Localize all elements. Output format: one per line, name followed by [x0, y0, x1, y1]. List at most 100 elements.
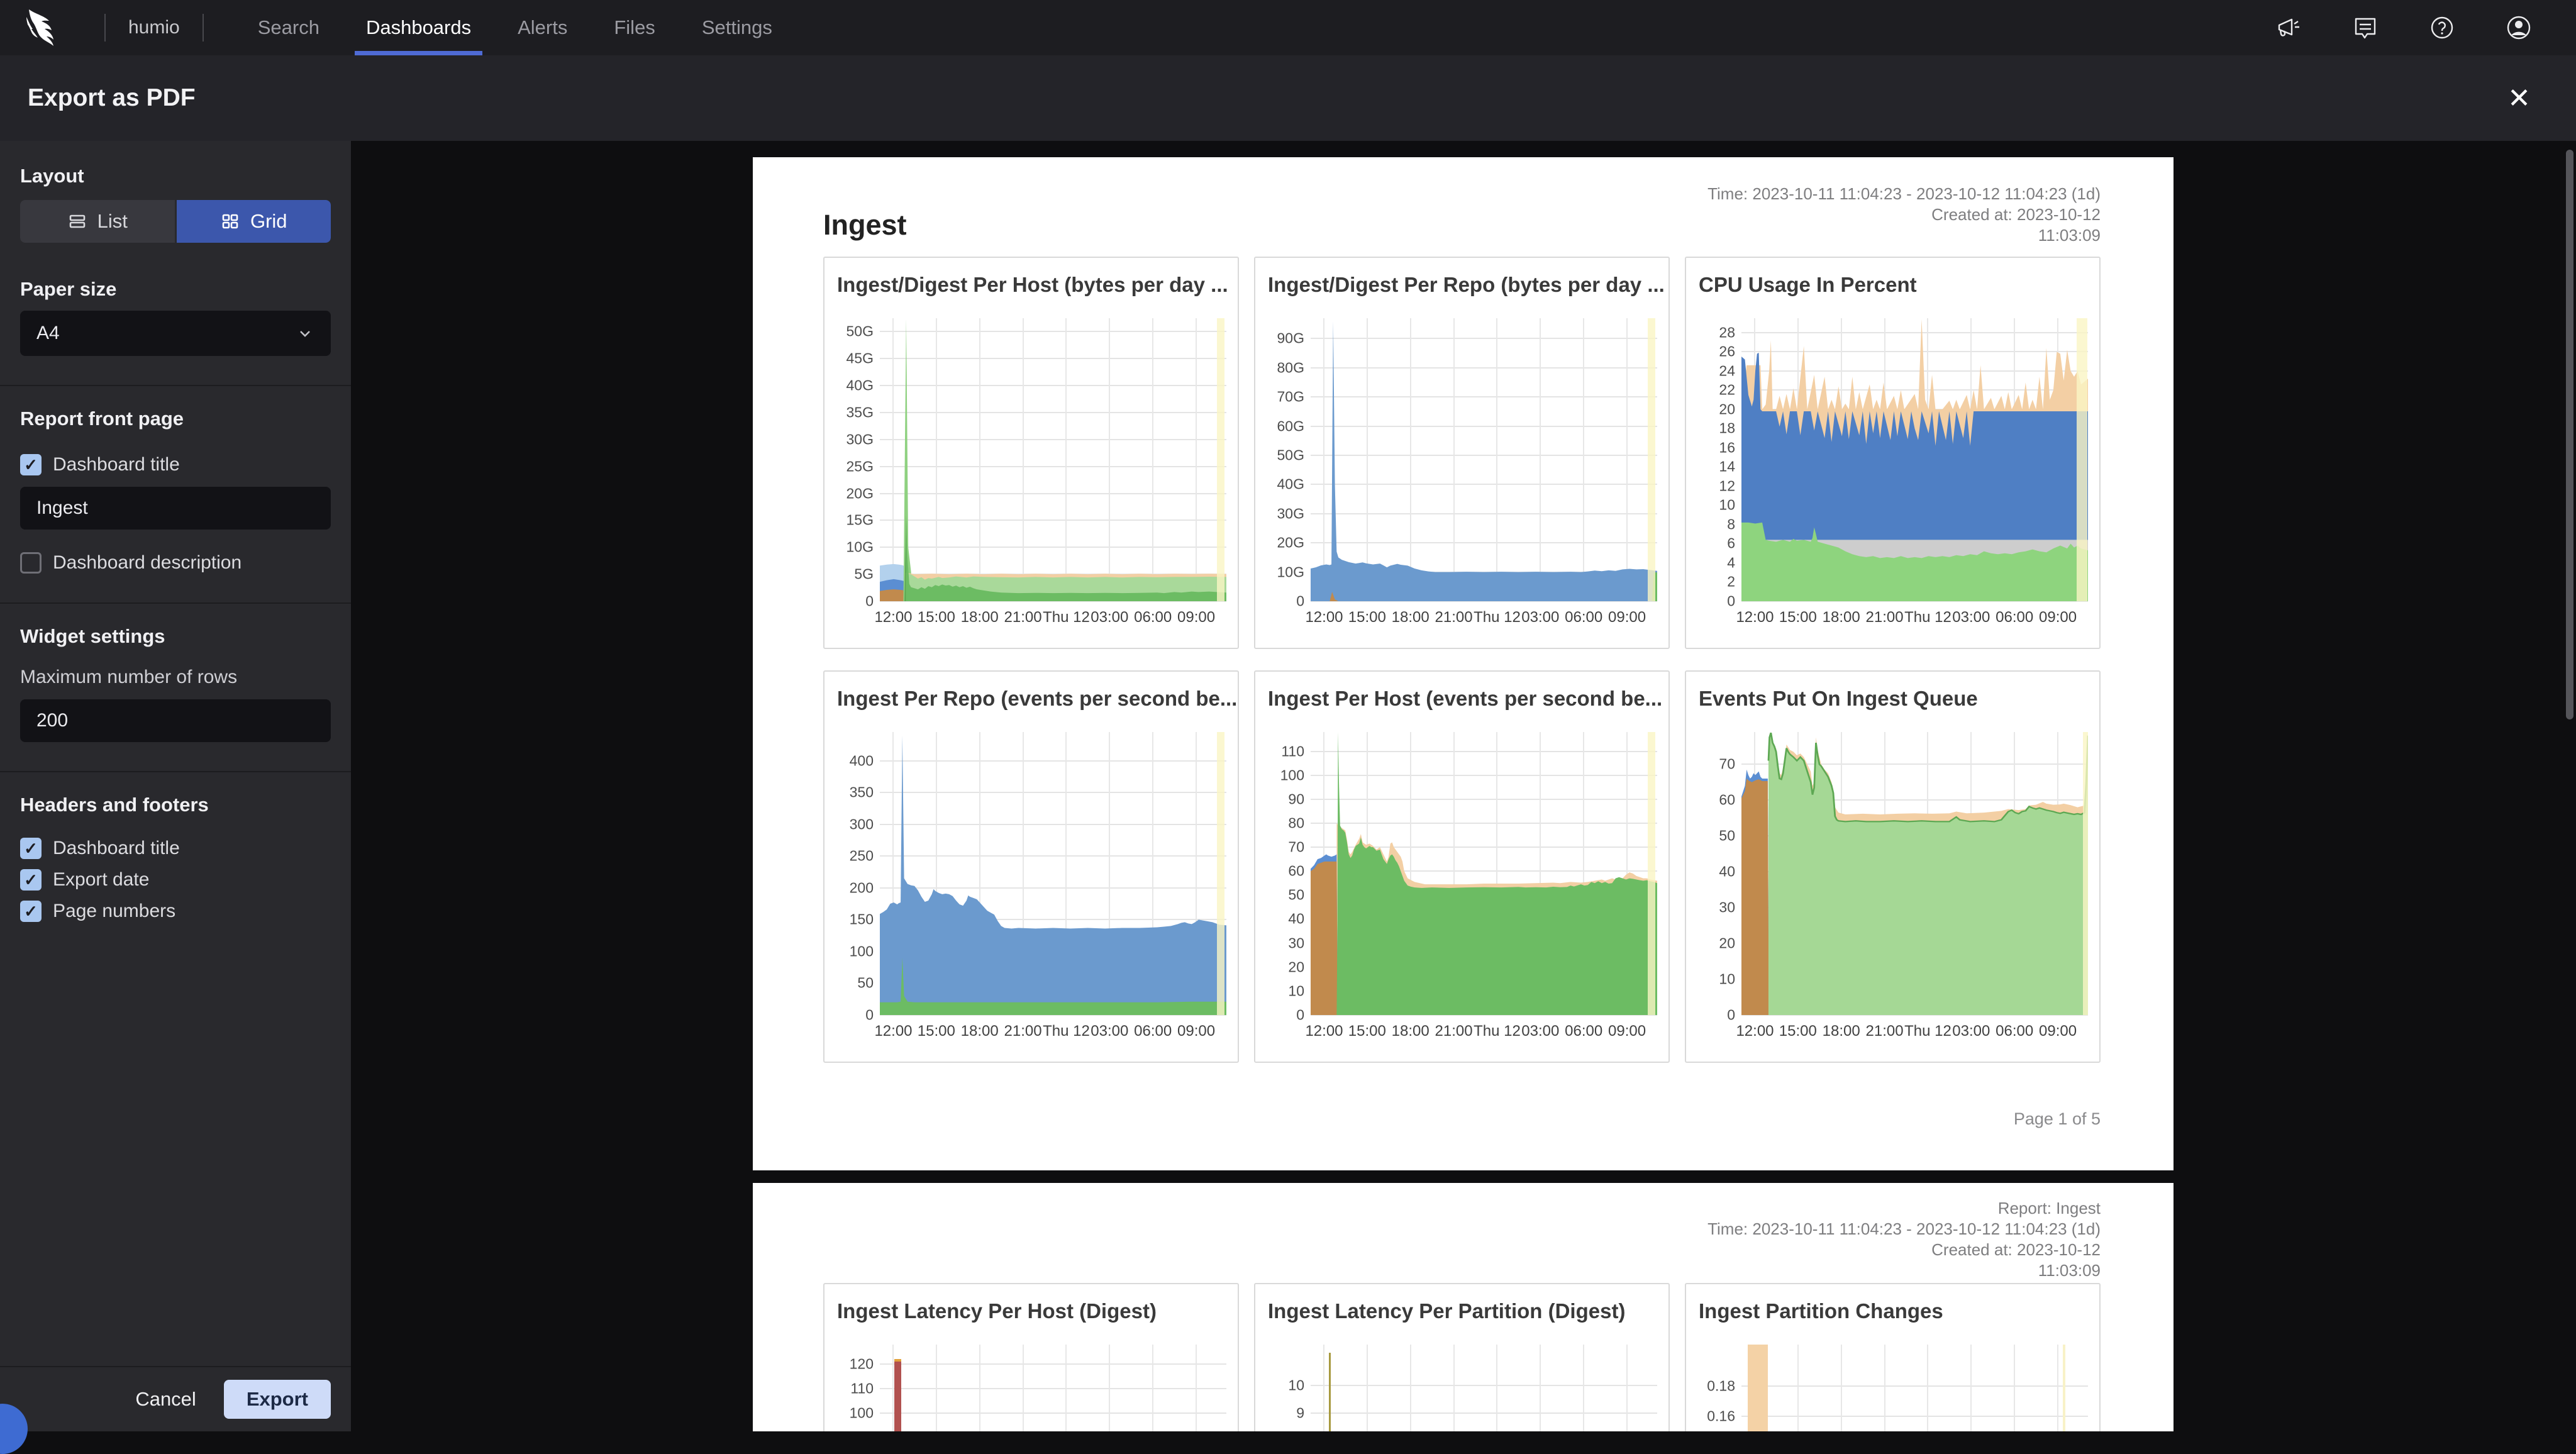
y-tick-label: 26	[1719, 343, 1735, 360]
chart-body: 0.140.160.18	[1692, 1345, 2088, 1431]
chart-bar	[894, 1362, 901, 1431]
y-tick-label: 0	[1296, 1007, 1304, 1024]
x-tick-label: 18:00	[1823, 609, 1860, 626]
widget-settings-section-label: Widget settings	[20, 625, 331, 648]
help-icon[interactable]	[2428, 13, 2457, 42]
nav-tab-settings[interactable]: Settings	[702, 0, 772, 55]
y-tick-label: 120	[850, 1356, 874, 1373]
meta-created-time: 11:03:09	[1707, 225, 2101, 246]
y-tick-label: 6	[1727, 535, 1735, 552]
hf-dashboard-title-checkbox-row[interactable]: ✓ Dashboard title	[20, 838, 331, 859]
y-tick-label: 100	[850, 1405, 874, 1422]
x-tick-label: 18:00	[1392, 1023, 1430, 1040]
chart-x-axis-row: 12:0015:0018:0021:00Thu 1203:0006:0009:0…	[831, 601, 1226, 631]
export-button[interactable]: Export	[224, 1380, 331, 1419]
v-gridline	[2014, 1345, 2015, 1431]
announcements-megaphone-icon[interactable]	[2274, 13, 2303, 42]
y-tick-label: 0	[865, 1007, 874, 1024]
x-tick-label: 03:00	[1091, 1023, 1128, 1040]
time-highlight-band	[2083, 732, 2088, 1015]
x-tick-label: 06:00	[1565, 1023, 1602, 1040]
chart-body: 0246810121416182022242628	[1692, 318, 2088, 601]
y-tick-label: 20	[1288, 958, 1304, 975]
x-tick-label: 15:00	[918, 609, 955, 626]
v-gridline	[979, 1345, 980, 1431]
nav-tab-alerts[interactable]: Alerts	[518, 0, 567, 55]
user-avatar-icon[interactable]	[2504, 13, 2533, 42]
section-divider	[0, 385, 351, 386]
x-tick-label: Thu 12	[1043, 609, 1090, 626]
checkbox-checked-icon[interactable]: ✓	[20, 838, 42, 859]
chart-y-axis: 010203040506070	[1692, 732, 1741, 1015]
time-highlight-band	[1217, 318, 1225, 601]
meta-time-range: Time: 2023-10-11 11:04:23 - 2023-10-12 1…	[1707, 1219, 2101, 1240]
x-tick-label: Thu 12	[1904, 1023, 1951, 1040]
preview-scrollbar-thumb[interactable]	[2566, 150, 2573, 719]
v-gridline	[1583, 1345, 1584, 1431]
chart-title: Ingest Latency Per Host (Digest)	[824, 1284, 1238, 1323]
front-page-dashboard-title-checkbox-row[interactable]: ✓ Dashboard title	[20, 454, 331, 475]
pdf-preview-area[interactable]: Time: 2023-10-11 11:04:23 - 2023-10-12 1…	[351, 141, 2576, 1431]
y-tick-label: 350	[850, 784, 874, 801]
nav-tab-dashboards[interactable]: Dashboards	[366, 0, 471, 55]
y-tick-label: 70G	[1277, 389, 1304, 406]
v-gridline	[1152, 1345, 1153, 1431]
dashboard-title-checkbox-label: Dashboard title	[53, 454, 180, 475]
feedback-chat-icon[interactable]	[2351, 13, 2380, 42]
x-tick-label: 18:00	[961, 609, 999, 626]
chart-plot-area	[880, 1345, 1226, 1431]
x-tick-label: 09:00	[1177, 609, 1215, 626]
max-rows-input[interactable]	[20, 699, 331, 742]
x-tick-label: 09:00	[2039, 1023, 2077, 1040]
y-tick-label: 50	[857, 975, 874, 992]
dashboard-title-input[interactable]	[20, 487, 331, 530]
y-tick-label: 0	[865, 593, 874, 610]
checkbox-unchecked-icon[interactable]	[20, 552, 42, 574]
x-tick-label: 18:00	[1392, 609, 1430, 626]
cancel-button[interactable]: Cancel	[135, 1388, 196, 1411]
export-date-checkbox-row[interactable]: ✓ Export date	[20, 869, 331, 891]
page-numbers-checkbox-row[interactable]: ✓ Page numbers	[20, 901, 331, 922]
modal-title: Export as PDF	[28, 84, 196, 112]
time-highlight-band	[1648, 732, 1656, 1015]
checkbox-checked-icon[interactable]: ✓	[20, 869, 42, 891]
y-tick-label: 60	[1288, 863, 1304, 880]
x-tick-label: 21:00	[1866, 609, 1904, 626]
y-tick-label: 30	[1288, 935, 1304, 952]
x-tick-label: 12:00	[1305, 609, 1343, 626]
y-tick-label: 22	[1719, 382, 1735, 399]
chart-ingest-digest-per-host: Ingest/Digest Per Host (bytes per day ..…	[823, 257, 1239, 649]
layout-toggle: List Grid	[20, 200, 331, 243]
chart-x-axis-row: 12:0015:0018:0021:00Thu 1203:0006:0009:0…	[1262, 601, 1657, 631]
paper-size-select[interactable]: A4	[20, 311, 331, 356]
nav-tab-search[interactable]: Search	[258, 0, 319, 55]
y-tick-label: 20	[1719, 935, 1735, 952]
y-tick-label: 100	[850, 943, 874, 960]
y-tick-label: 28	[1719, 324, 1735, 341]
checkbox-checked-icon[interactable]: ✓	[20, 901, 42, 922]
time-highlight-band	[1217, 732, 1225, 1015]
y-tick-label: 20	[1719, 401, 1735, 418]
x-tick-label: 21:00	[1435, 1023, 1473, 1040]
v-gridline	[2057, 1345, 2058, 1431]
brand-name[interactable]: humio	[128, 17, 180, 38]
layout-grid-button[interactable]: Grid	[177, 200, 331, 243]
x-tick-label: 03:00	[1952, 609, 1990, 626]
nav-tab-files[interactable]: Files	[614, 0, 655, 55]
x-tick-label: 06:00	[1134, 609, 1172, 626]
meta-report-name: Report: Ingest	[1707, 1198, 2101, 1219]
chart-plot-area	[880, 732, 1226, 1015]
x-tick-label: 03:00	[1952, 1023, 1990, 1040]
crowdstrike-falcon-logo[interactable]	[25, 8, 69, 47]
y-tick-label: 40	[1719, 863, 1735, 880]
chevron-down-icon	[296, 324, 314, 343]
chart-bar	[1748, 1345, 1768, 1431]
close-icon[interactable]: ✕	[2490, 82, 2548, 114]
meta-created-time: 11:03:09	[1707, 1260, 2101, 1281]
section-divider	[0, 771, 351, 772]
h-gridline	[880, 1412, 1226, 1414]
chart-body: 8910	[1262, 1345, 1657, 1431]
checkbox-checked-icon[interactable]: ✓	[20, 454, 42, 475]
layout-list-button[interactable]: List	[20, 200, 175, 243]
dashboard-description-checkbox-row[interactable]: Dashboard description	[20, 552, 331, 574]
